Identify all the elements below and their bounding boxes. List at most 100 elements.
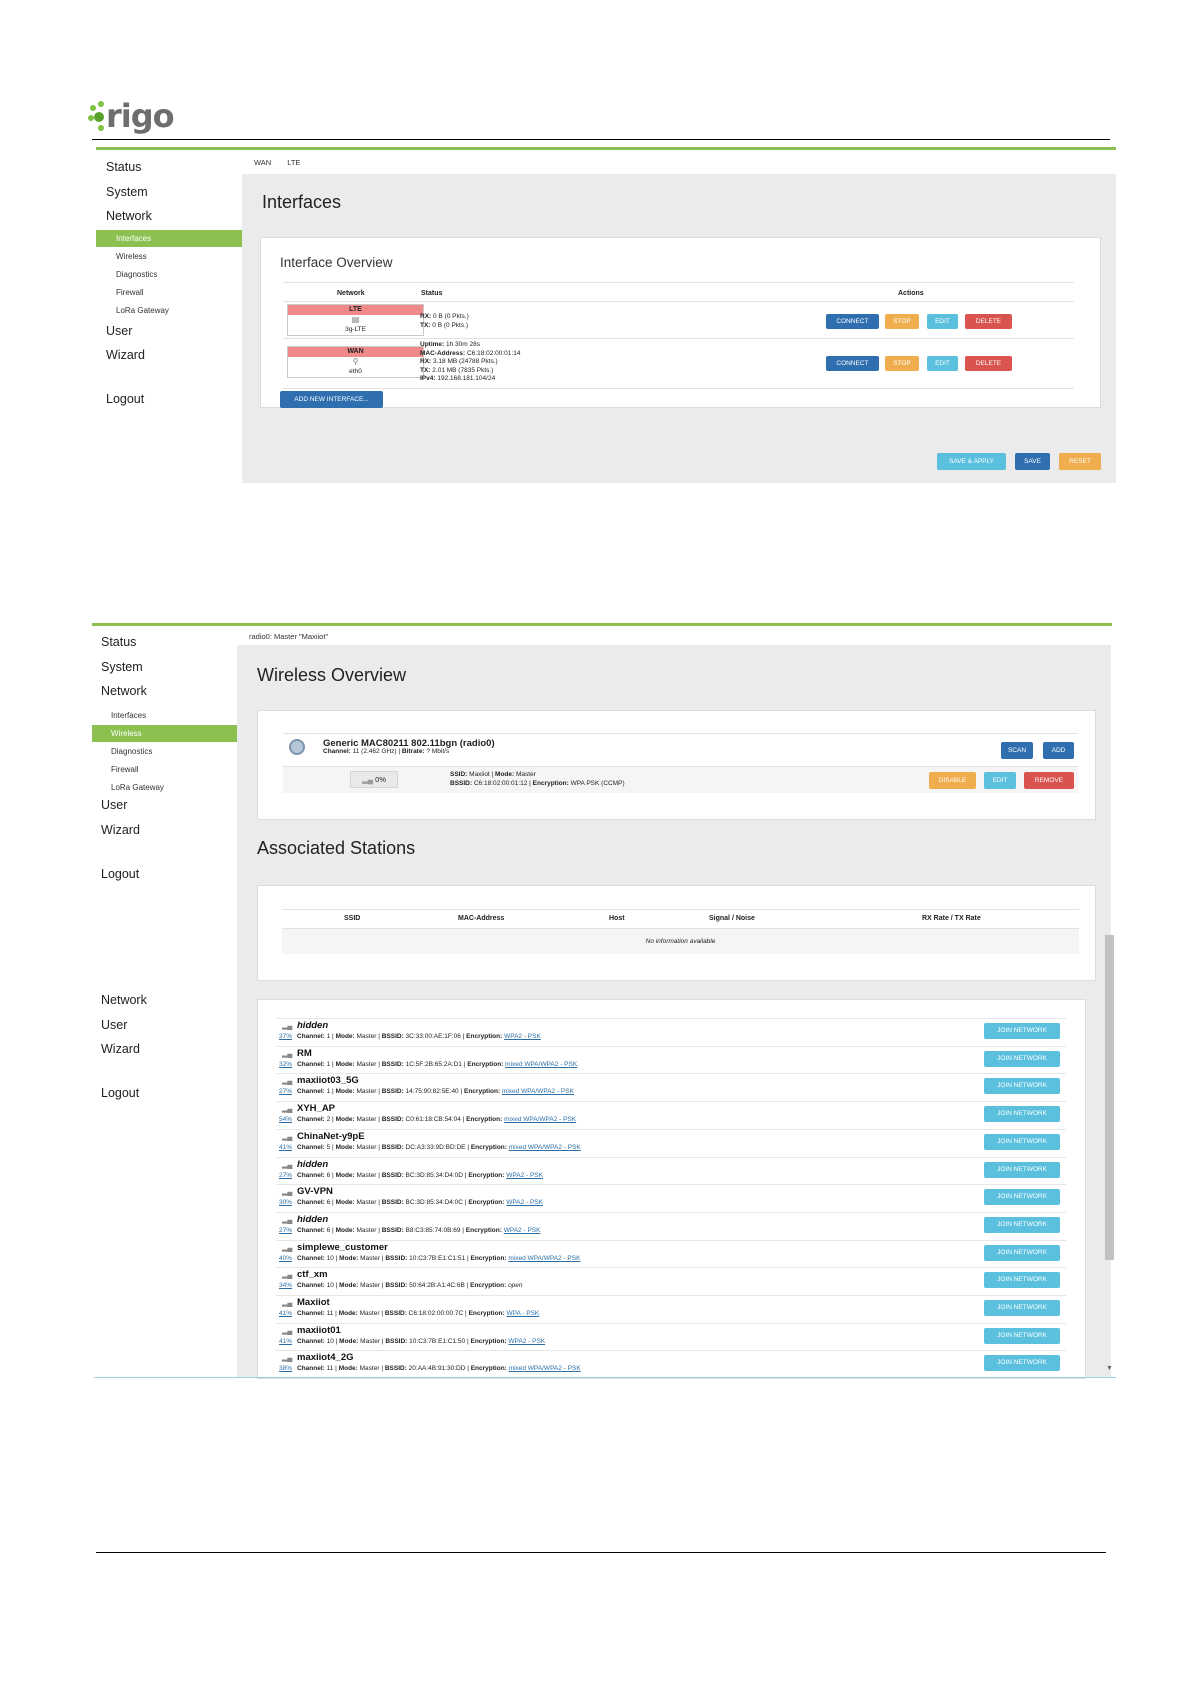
join-network-button[interactable]: JOIN NETWORK [984,1300,1060,1316]
stop-button-wan[interactable]: STOP [885,356,919,371]
subnav-item-lora[interactable]: LoRa Gateway [116,306,169,315]
encryption-link[interactable]: mixed WPA/WPA2 - PSK [508,1255,580,1262]
sidebar-item-status[interactable]: Status [106,160,141,174]
subnav-item-interfaces[interactable]: Interfaces [111,711,146,720]
sidebar-item-logout[interactable]: Logout [106,392,144,406]
encryption-label: Encryption: [467,1060,504,1068]
subnav-item-wireless[interactable]: Wireless [92,725,237,742]
subnav-item-diagnostics[interactable]: Diagnostics [111,747,152,756]
remove-button[interactable]: REMOVE [1024,772,1074,789]
signal-bars-icon: ▂▄ [282,1133,293,1141]
page-scrollbar[interactable] [1105,935,1114,1260]
sidebar-item-system[interactable]: System [101,660,143,674]
subnav-item-lora[interactable]: LoRa Gateway [111,783,164,792]
signal-percent[interactable]: 38% [279,1365,292,1372]
save-button[interactable]: SAVE [1015,453,1050,470]
join-network-button[interactable]: JOIN NETWORK [984,1216,1060,1233]
encryption-link[interactable]: WPA2 - PSK [506,1199,543,1206]
encryption-link[interactable]: mixed WPA/WPA2 - PSK [505,1061,577,1068]
subnav-item-wireless[interactable]: Wireless [116,252,147,261]
reset-button[interactable]: RESET [1059,453,1101,470]
sidebar-item-logout[interactable]: Logout [101,867,139,881]
join-network-button[interactable]: JOIN NETWORK [984,1327,1060,1344]
mode-label: Mode: [339,1282,359,1290]
join-network-button[interactable]: JOIN NETWORK [984,1272,1060,1289]
disable-button[interactable]: DISABLE [929,772,976,789]
sidebar-item-wizard[interactable]: Wizard [106,348,145,362]
edit-button-lte[interactable]: EDIT [927,314,958,329]
sidebar-item-network[interactable]: Network [101,993,147,1007]
encryption-label: Encryption: [470,1254,507,1262]
join-network-button[interactable]: JOIN NETWORK [984,1189,1060,1206]
breadcrumb-wan[interactable]: WAN [254,158,271,167]
channel-value: 1 [326,1088,331,1096]
scan-button[interactable]: SCAN [1001,742,1033,759]
sidebar-item-network[interactable]: Network [106,209,152,223]
encryption-link[interactable]: mixed WPA/WPA2 - PSK [502,1088,574,1095]
subnav-item-interfaces[interactable]: Interfaces [96,230,242,247]
network-badge-wan[interactable]: WAN ⚲ eth0 [287,346,424,378]
encryption-link[interactable]: WPA2 - PSK [504,1227,541,1234]
signal-percent[interactable]: 40% [279,1255,292,1262]
connect-button-lte[interactable]: CONNECT [826,314,879,329]
delete-button-lte[interactable]: DELETE [965,314,1012,329]
signal-percent[interactable]: 27% [279,1227,292,1234]
signal-percent[interactable]: 54% [279,1116,292,1123]
sidebar-item-user[interactable]: User [106,324,132,338]
scroll-down-arrow-icon[interactable]: ▼ [1106,1365,1113,1372]
stop-button-lte[interactable]: STOP [885,314,919,329]
encryption-link[interactable]: WPA - PSK [507,1310,540,1317]
join-network-button[interactable]: JOIN NETWORK [984,1355,1060,1372]
encryption-link[interactable]: mixed WPA/WPA2 - PSK [509,1144,581,1151]
join-network-button[interactable]: JOIN NETWORK [984,1023,1060,1039]
join-network-button[interactable]: JOIN NETWORK [984,1106,1060,1123]
sidebar-item-user[interactable]: User [101,1018,127,1032]
signal-percent[interactable]: 32% [279,1061,292,1068]
bssid-value: DC:A3:33:9D:BD:DE [405,1143,466,1151]
edit-button-wan[interactable]: EDIT [927,356,958,371]
breadcrumb-lte[interactable]: LTE [287,158,300,167]
edit-button[interactable]: EDIT [984,772,1016,789]
join-network-button[interactable]: JOIN NETWORK [984,1050,1060,1067]
signal-percent[interactable]: 27% [279,1088,292,1095]
signal-bars-icon: ▂▄ [282,1300,293,1307]
network-badge-lte[interactable]: LTE ▤ 3g-LTE [287,304,424,336]
channel-value: 10 [326,1254,334,1262]
join-network-button[interactable]: JOIN NETWORK [984,1244,1060,1261]
sidebar-item-system[interactable]: System [106,185,148,199]
delete-button-wan[interactable]: DELETE [965,356,1012,371]
signal-percent[interactable]: 37% [279,1033,292,1040]
sidebar-item-network[interactable]: Network [101,684,147,698]
signal-percent[interactable]: 41% [279,1144,292,1151]
status-value: 3.18 MB (24788 Pkts.) [431,358,498,365]
save-apply-button[interactable]: SAVE & APPLY [937,453,1006,470]
connect-button-wan[interactable]: CONNECT [826,356,879,371]
join-network-button[interactable]: JOIN NETWORK [984,1161,1060,1178]
join-network-button[interactable]: JOIN NETWORK [984,1078,1060,1095]
signal-percent[interactable]: 41% [279,1338,292,1345]
encryption-link[interactable]: mixed WPA/WPA2 - PSK [509,1365,581,1372]
join-network-button[interactable]: JOIN NETWORK [984,1133,1060,1150]
subnav-item-firewall[interactable]: Firewall [111,765,139,774]
encryption-link[interactable]: mixed WPA/WPA2 - PSK [504,1116,576,1123]
signal-percent[interactable]: 41% [279,1310,292,1317]
signal-percent[interactable]: 27% [279,1172,292,1179]
mode-label: Mode: [335,1060,355,1068]
network-ssid: GV-VPN [297,1186,333,1198]
sidebar-item-status[interactable]: Status [101,635,136,649]
sidebar-item-logout[interactable]: Logout [101,1086,139,1100]
encryption-link[interactable]: WPA2 - PSK [508,1338,545,1345]
add-new-interface-button[interactable]: ADD NEW INTERFACE... [280,391,383,408]
encryption-link[interactable]: WPA2 - PSK [504,1033,541,1040]
mode-label: Mode: [335,1199,355,1207]
encryption-link[interactable]: WPA2 - PSK [506,1172,543,1179]
sidebar-item-user[interactable]: User [101,798,127,812]
sidebar-item-wizard[interactable]: Wizard [101,823,140,837]
breadcrumb-radio[interactable]: radio0: Master "Maxiiot" [249,632,328,641]
add-button[interactable]: ADD [1043,742,1074,759]
subnav-item-diagnostics[interactable]: Diagnostics [116,270,157,279]
sidebar-item-wizard[interactable]: Wizard [101,1042,140,1056]
subnav-item-firewall[interactable]: Firewall [116,288,144,297]
signal-percent[interactable]: 34% [279,1282,292,1289]
signal-percent[interactable]: 30% [279,1199,292,1206]
